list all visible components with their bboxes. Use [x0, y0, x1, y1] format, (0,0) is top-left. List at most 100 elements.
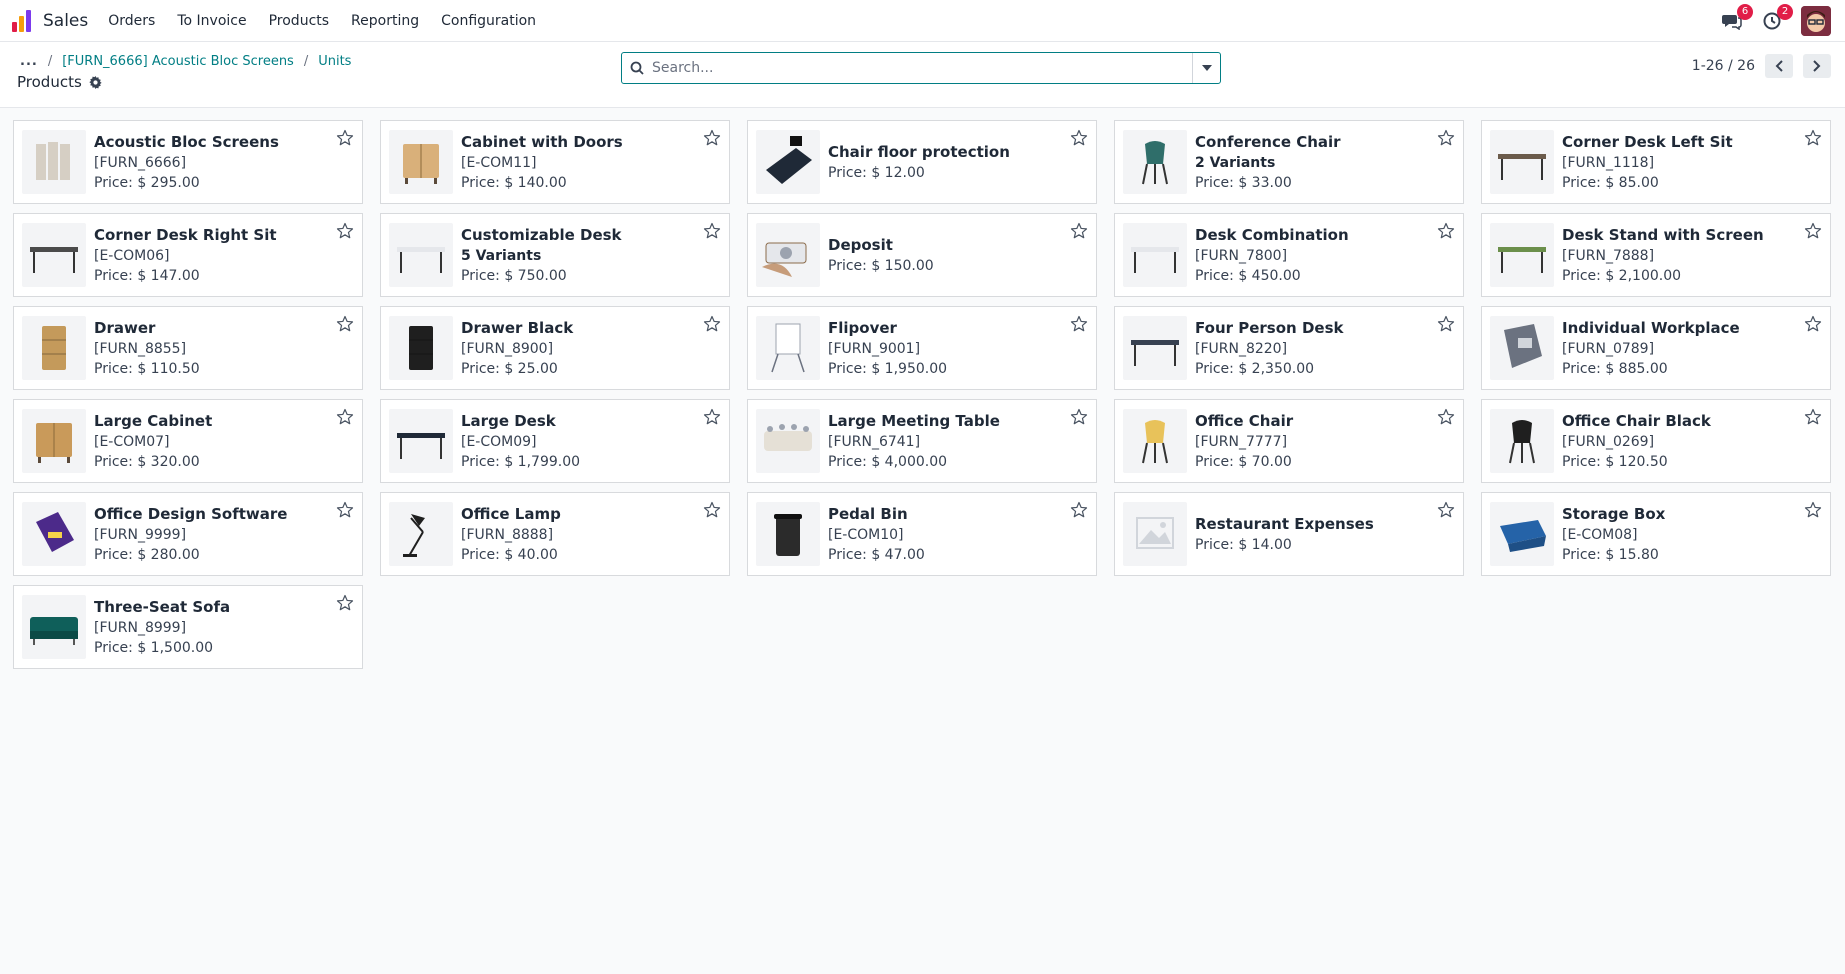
favorite-star-icon[interactable]: [1804, 408, 1822, 426]
product-info: Desk Stand with Screen [FURN_7888] Price: …: [1562, 226, 1764, 284]
product-card[interactable]: Drawer Black [FURN_8900] Price: $ 25.00: [380, 306, 730, 390]
product-card[interactable]: Corner Desk Right Sit [E-COM06] Price: $ 1…: [13, 213, 363, 297]
product-image: [389, 502, 453, 566]
product-card[interactable]: Desk Combination [FURN_7800] Price: $ 450.…: [1114, 213, 1464, 297]
menu-configuration[interactable]: Configuration: [441, 13, 536, 29]
pager: 1-26 / 26: [1692, 54, 1831, 78]
product-card[interactable]: Three-Seat Sofa [FURN_8999] Price: $ 1,500…: [13, 585, 363, 669]
favorite-star-icon[interactable]: [336, 594, 354, 612]
product-card[interactable]: Large Desk [E-COM09] Price: $ 1,799.00: [380, 399, 730, 483]
product-price: Price: $ 12.00: [828, 165, 925, 181]
product-card[interactable]: Office Lamp [FURN_8888] Price: $ 40.00: [380, 492, 730, 576]
product-reference: [FURN_9001]: [828, 341, 921, 357]
favorite-star-icon[interactable]: [336, 501, 354, 519]
product-reference: [E-COM10]: [828, 527, 904, 543]
product-reference: [FURN_0269]: [1562, 434, 1655, 450]
favorite-star-icon[interactable]: [703, 315, 721, 333]
product-price: Price: $ 40.00: [461, 547, 558, 563]
table-icon: [764, 424, 812, 451]
product-card[interactable]: Deposit Price: $ 150.00: [747, 213, 1097, 297]
product-card[interactable]: Chair floor protection Price: $ 12.00: [747, 120, 1097, 204]
product-card[interactable]: Office Design Software [FURN_9999] Price: …: [13, 492, 363, 576]
pager-value[interactable]: 1-26 / 26: [1692, 58, 1755, 74]
product-card[interactable]: Corner Desk Left Sit [FURN_1118] Price: $ …: [1481, 120, 1831, 204]
product-name: Desk Stand with Screen: [1562, 226, 1764, 244]
product-name: Large Desk: [461, 412, 556, 430]
product-reference: [FURN_7777]: [1195, 434, 1288, 450]
favorite-star-icon[interactable]: [703, 408, 721, 426]
product-info: Storage Box [E-COM08] Price: $ 15.80: [1562, 505, 1665, 563]
product-card[interactable]: Cabinet with Doors [E-COM11] Price: $ 140.…: [380, 120, 730, 204]
favorite-star-icon[interactable]: [1070, 501, 1088, 519]
product-card[interactable]: Large Cabinet [E-COM07] Price: $ 320.00: [13, 399, 363, 483]
menu-orders[interactable]: Orders: [108, 13, 155, 29]
gear-icon[interactable]: [89, 75, 102, 89]
favorite-star-icon[interactable]: [1437, 129, 1455, 147]
product-info: Four Person Desk [FURN_8220] Price: $ 2,35…: [1195, 319, 1343, 377]
favorite-star-icon[interactable]: [1437, 501, 1455, 519]
favorite-star-icon[interactable]: [703, 501, 721, 519]
product-image: [1490, 223, 1554, 287]
product-info: Conference Chair 2 Variants Price: $ 33.00: [1195, 133, 1341, 191]
favorite-star-icon[interactable]: [1070, 222, 1088, 240]
favorite-star-icon[interactable]: [1804, 129, 1822, 147]
product-info: Desk Combination [FURN_7800] Price: $ 450.…: [1195, 226, 1349, 284]
product-price: Price: $ 47.00: [828, 547, 925, 563]
favorite-star-icon[interactable]: [703, 222, 721, 240]
product-card[interactable]: Desk Stand with Screen [FURN_7888] Price: …: [1481, 213, 1831, 297]
menu-products[interactable]: Products: [269, 13, 329, 29]
activities-button[interactable]: 2: [1761, 4, 1793, 32]
sales-app-icon[interactable]: [12, 9, 34, 32]
favorite-star-icon[interactable]: [1437, 222, 1455, 240]
pager-next-button[interactable]: [1803, 54, 1831, 78]
product-card[interactable]: Large Meeting Table [FURN_6741] Price: $ 4…: [747, 399, 1097, 483]
search-options-toggle[interactable]: [1192, 53, 1220, 83]
product-card[interactable]: Individual Workplace [FURN_0789] Price: $ …: [1481, 306, 1831, 390]
breadcrumb-product[interactable]: [FURN_6666] Acoustic Bloc Screens: [62, 54, 294, 69]
chair-icon: [1509, 420, 1535, 464]
favorite-star-icon[interactable]: [1070, 129, 1088, 147]
favorite-star-icon[interactable]: [336, 315, 354, 333]
product-card[interactable]: Four Person Desk [FURN_8220] Price: $ 2,35…: [1114, 306, 1464, 390]
product-reference: [E-COM07]: [94, 434, 170, 450]
pager-previous-button[interactable]: [1765, 54, 1793, 78]
drawer-icon: [42, 326, 66, 370]
menu-reporting[interactable]: Reporting: [351, 13, 419, 29]
product-card[interactable]: Drawer [FURN_8855] Price: $ 110.50: [13, 306, 363, 390]
messages-button[interactable]: 6: [1721, 4, 1753, 32]
product-card[interactable]: Pedal Bin [E-COM10] Price: $ 47.00: [747, 492, 1097, 576]
product-name: Large Meeting Table: [828, 412, 1000, 430]
product-price: Price: $ 140.00: [461, 175, 567, 191]
favorite-star-icon[interactable]: [336, 129, 354, 147]
product-card[interactable]: Storage Box [E-COM08] Price: $ 15.80: [1481, 492, 1831, 576]
favorite-star-icon[interactable]: [1437, 408, 1455, 426]
favorite-star-icon[interactable]: [336, 222, 354, 240]
product-card[interactable]: Conference Chair 2 Variants Price: $ 33.00: [1114, 120, 1464, 204]
product-image: [756, 502, 820, 566]
favorite-star-icon[interactable]: [1070, 315, 1088, 333]
product-card[interactable]: Office Chair [FURN_7777] Price: $ 70.00: [1114, 399, 1464, 483]
breadcrumb-units[interactable]: Units: [318, 54, 351, 69]
favorite-star-icon[interactable]: [1804, 501, 1822, 519]
product-card[interactable]: Acoustic Bloc Screens [FURN_6666] Price: $…: [13, 120, 363, 204]
breadcrumb-ellipsis[interactable]: ...: [20, 54, 38, 69]
user-avatar[interactable]: [1801, 6, 1831, 36]
favorite-star-icon[interactable]: [1437, 315, 1455, 333]
product-card[interactable]: Restaurant Expenses Price: $ 14.00: [1114, 492, 1464, 576]
menu-to-invoice[interactable]: To Invoice: [177, 13, 246, 29]
product-price: Price: $ 14.00: [1195, 537, 1292, 553]
favorite-star-icon[interactable]: [1804, 222, 1822, 240]
product-card[interactable]: Office Chair Black [FURN_0269] Price: $ 12…: [1481, 399, 1831, 483]
favorite-star-icon[interactable]: [703, 129, 721, 147]
floor-mat-icon: [766, 136, 812, 184]
product-card[interactable]: Customizable Desk 5 Variants Price: $ 750.…: [380, 213, 730, 297]
product-info: Flipover [FURN_9001] Price: $ 1,950.00: [828, 319, 947, 377]
favorite-star-icon[interactable]: [1070, 408, 1088, 426]
favorite-star-icon[interactable]: [336, 408, 354, 426]
product-reference: [FURN_8999]: [94, 620, 187, 636]
sofa-icon: [30, 617, 78, 645]
search-input[interactable]: [652, 60, 1192, 76]
app-name[interactable]: Sales: [43, 11, 88, 31]
product-card[interactable]: Flipover [FURN_9001] Price: $ 1,950.00: [747, 306, 1097, 390]
favorite-star-icon[interactable]: [1804, 315, 1822, 333]
